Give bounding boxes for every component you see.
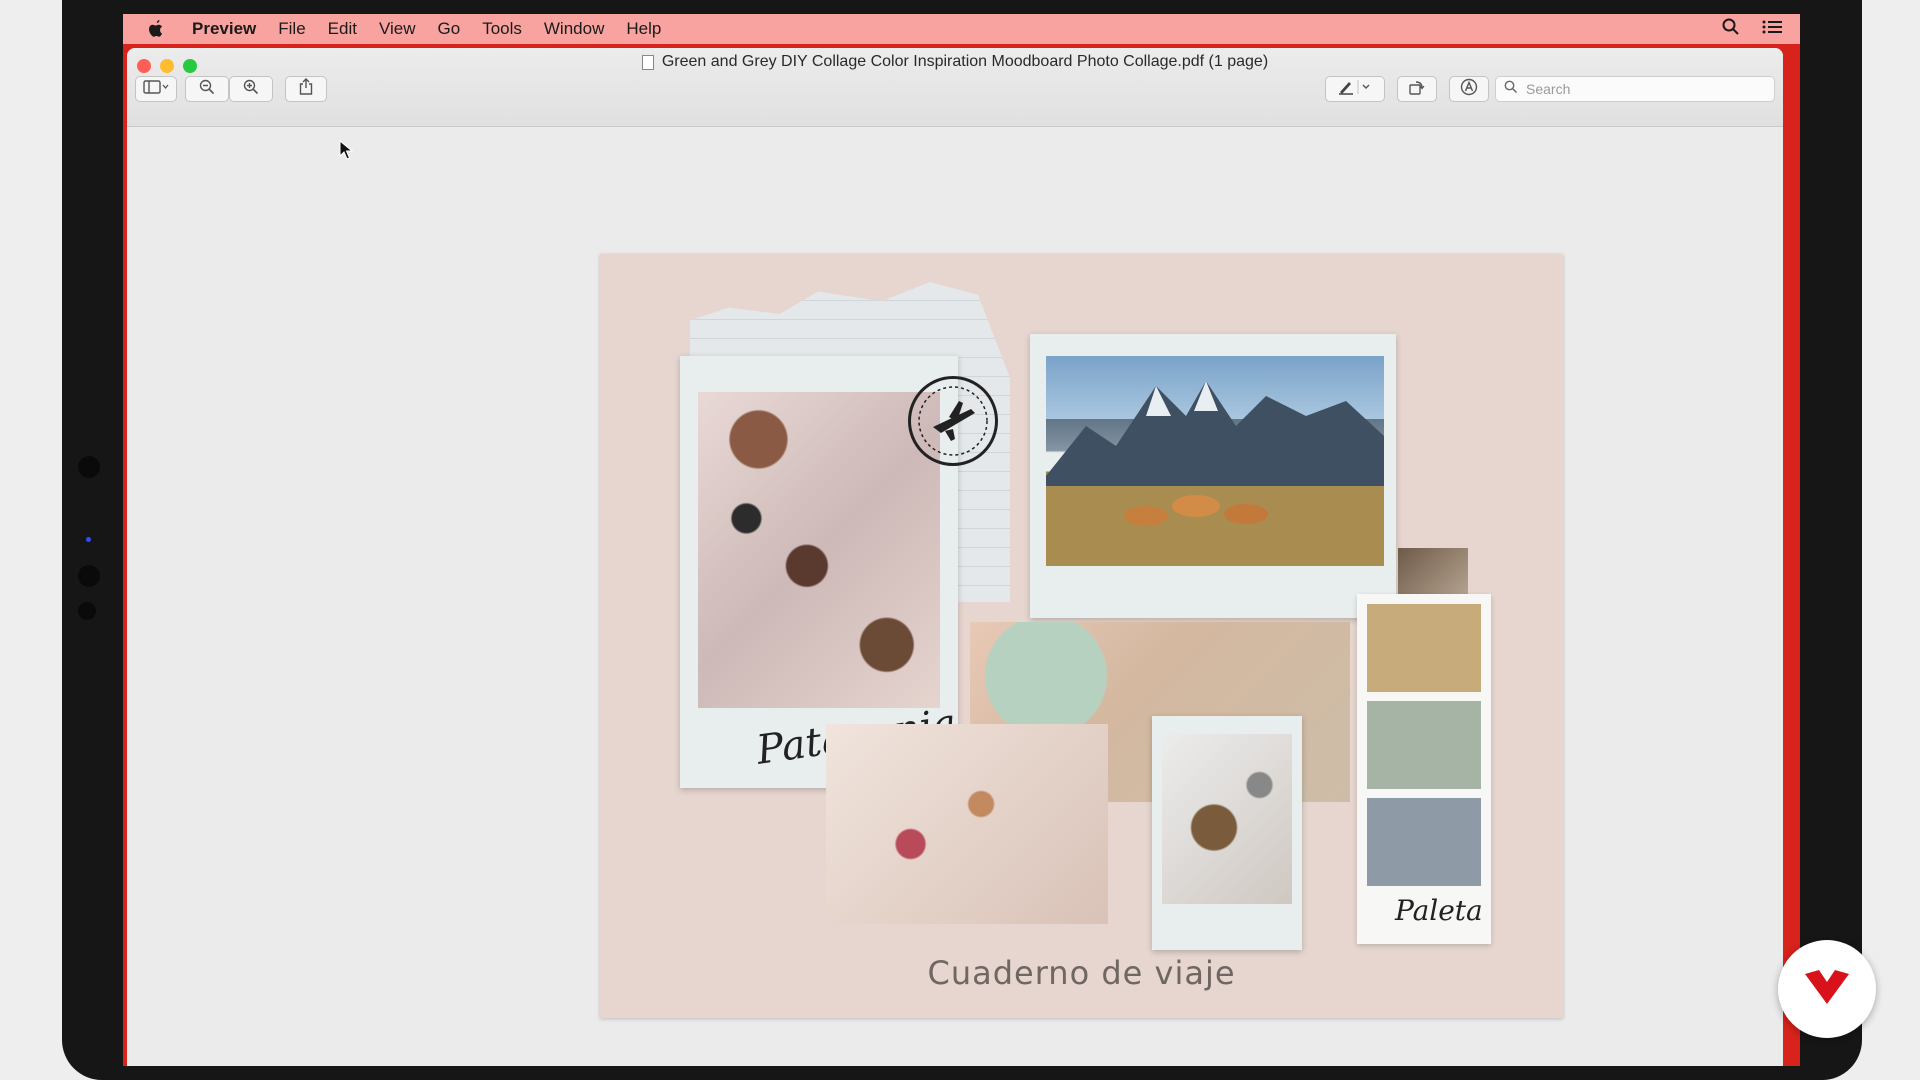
annotate-button[interactable] — [1449, 76, 1489, 102]
polaroid-photo-mountains — [1030, 334, 1396, 618]
mouse-cursor-icon — [339, 140, 353, 160]
share-icon — [299, 78, 313, 100]
markup-circle-icon — [1460, 78, 1478, 101]
bezel-button — [78, 565, 100, 587]
polaroid-photo-books — [1152, 716, 1302, 950]
rotate-icon — [1408, 79, 1426, 100]
share-button[interactable] — [285, 76, 327, 102]
menu-file[interactable]: File — [267, 19, 316, 39]
list-icon[interactable] — [1762, 19, 1782, 40]
zoom-in-button[interactable] — [229, 76, 273, 102]
search-icon[interactable] — [1722, 18, 1740, 41]
menu-window[interactable]: Window — [533, 19, 615, 39]
apple-logo-icon[interactable] — [145, 18, 167, 40]
markup-button[interactable] — [1325, 76, 1385, 102]
search-input[interactable] — [1524, 80, 1758, 98]
menu-edit[interactable]: Edit — [317, 19, 368, 39]
rotate-button[interactable] — [1397, 76, 1437, 102]
document-icon — [641, 54, 654, 70]
palette-label: Paleta — [1395, 894, 1483, 927]
document-title: Cuaderno de viaje — [927, 954, 1236, 992]
travel-stamp-icon — [908, 376, 998, 466]
menu-tools[interactable]: Tools — [471, 19, 533, 39]
menu-view[interactable]: View — [368, 19, 427, 39]
travel-flatlay-photo — [698, 392, 940, 708]
pen-icon — [1337, 79, 1373, 100]
pdf-page[interactable]: Patagonia — [600, 254, 1563, 1018]
brand-badge — [1778, 940, 1876, 1038]
zoom-out-button[interactable] — [185, 76, 229, 102]
mountain-guanaco-photo — [1046, 356, 1384, 566]
menu-help[interactable]: Help — [615, 19, 672, 39]
brand-logo-icon — [1801, 968, 1853, 1011]
palette-swatch-sage — [1367, 701, 1481, 789]
jar-photo — [1398, 548, 1468, 598]
sidebar-icon — [143, 79, 169, 99]
dried-flowers-photo — [826, 724, 1108, 924]
zoom-in-icon — [243, 79, 259, 100]
menu-bar: Preview File Edit View Go Tools Window H… — [123, 14, 1800, 44]
palette-swatch-slate — [1367, 798, 1481, 886]
palette-swatch-tan — [1367, 604, 1481, 692]
bezel-button — [78, 456, 100, 478]
menu-app-name[interactable]: Preview — [181, 19, 267, 39]
color-palette-card: Paleta — [1357, 594, 1491, 944]
camera-led — [86, 537, 91, 542]
screen: Preview File Edit View Go Tools Window H… — [123, 14, 1800, 1066]
bezel-button — [78, 602, 96, 620]
preview-window: Green and Grey DIY Collage Color Inspira… — [127, 48, 1783, 1066]
menu-go[interactable]: Go — [427, 19, 472, 39]
sidebar-button[interactable] — [135, 76, 177, 102]
search-field[interactable] — [1495, 76, 1775, 102]
title-bar: Green and Grey DIY Collage Color Inspira… — [127, 48, 1783, 127]
search-field-icon — [1504, 80, 1518, 99]
window-title-text: Green and Grey DIY Collage Color Inspira… — [661, 53, 1269, 70]
window-title: Green and Grey DIY Collage Color Inspira… — [127, 53, 1783, 71]
vintage-books-photo — [1162, 734, 1292, 904]
zoom-out-icon — [199, 79, 215, 100]
